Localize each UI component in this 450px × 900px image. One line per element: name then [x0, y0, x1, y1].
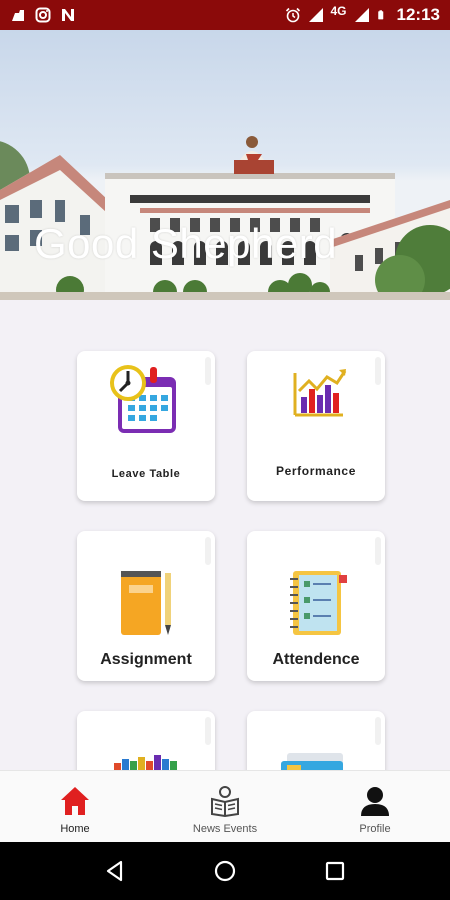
nav-label: Home [60, 823, 90, 835]
tile-assignment[interactable]: Assignment [77, 531, 215, 681]
battery-icon [377, 10, 383, 20]
instagram-icon [35, 7, 51, 23]
home-icon [61, 787, 89, 815]
tile-attendence[interactable]: Attendence [247, 531, 385, 681]
nav-profile[interactable]: Profile [300, 771, 450, 842]
nav-label: Profile [359, 823, 391, 835]
tile-leave-table[interactable]: Leave Table [77, 351, 215, 501]
tile-label: Leave Table [111, 468, 181, 480]
hero-banner: Good Shepherd [0, 30, 450, 300]
network-type: 4G [330, 4, 347, 18]
alarm-icon [285, 7, 300, 23]
status-bar: 4G 12:13 [0, 0, 450, 30]
n-app-icon [62, 9, 74, 21]
clock: 12:13 [396, 5, 440, 24]
nav-label: News Events [192, 823, 258, 835]
back-icon[interactable] [103, 859, 127, 883]
nav-home[interactable]: Home [0, 771, 150, 842]
school-name-title: Good Shepherd [34, 220, 338, 267]
profile-icon [361, 787, 389, 816]
recents-icon[interactable] [323, 859, 347, 883]
system-navigation-bar [0, 842, 450, 900]
signal-icon [308, 8, 323, 22]
signal-icon-2 [354, 8, 369, 22]
notification-icon [12, 10, 24, 21]
news-reader-icon [211, 786, 239, 817]
nav-news-events[interactable]: News Events [150, 771, 300, 842]
tile-label: Assignment [100, 651, 192, 668]
tile-performance[interactable]: Performance [247, 351, 385, 501]
tile-label: Attendence [272, 651, 360, 668]
notebook-icon [121, 571, 171, 635]
home-circle-icon[interactable] [213, 859, 237, 883]
bottom-navigation: Home News Events Profile [0, 770, 450, 842]
calendar-clock-icon [110, 365, 176, 433]
attendance-register-icon [290, 571, 347, 635]
performance-chart-icon [293, 369, 347, 417]
tile-label: Performance [276, 464, 356, 478]
